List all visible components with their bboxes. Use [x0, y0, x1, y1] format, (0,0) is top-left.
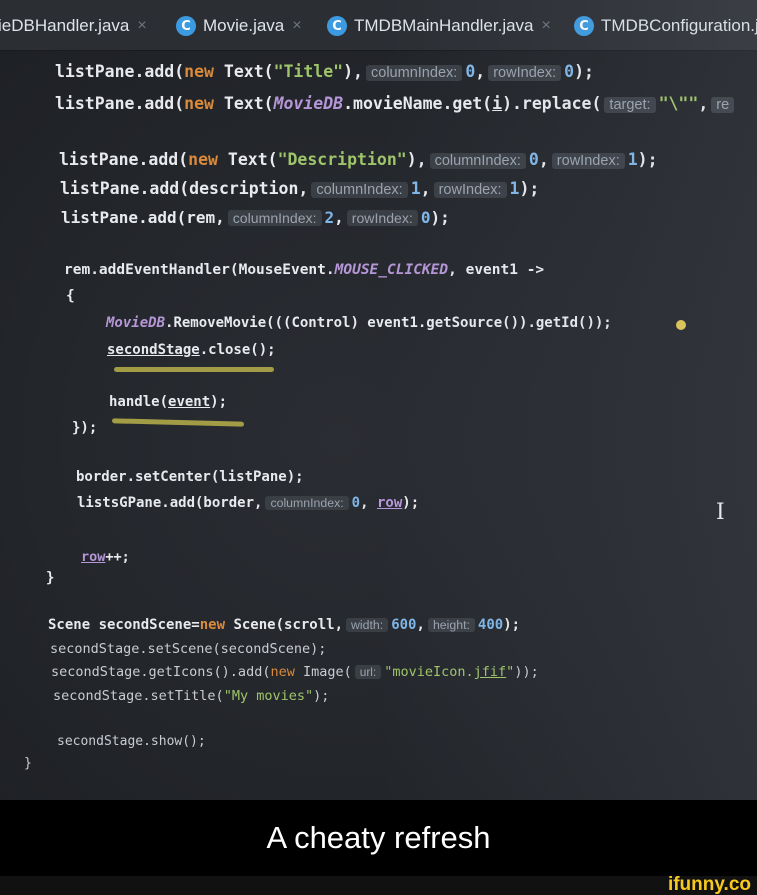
param-hint: width: — [346, 618, 389, 632]
param-hint: url: — [354, 665, 382, 679]
param-hint: rowIndex: — [551, 153, 625, 169]
tab-label: ieDBHandler.java — [0, 16, 130, 35]
tab-movie[interactable]: C Movie.java × — [176, 12, 302, 40]
code-line: } — [46, 570, 55, 586]
java-class-icon: C — [176, 16, 196, 36]
lightbulb-icon[interactable] — [676, 320, 686, 330]
close-icon[interactable]: × — [292, 17, 301, 35]
close-icon[interactable]: × — [542, 17, 551, 35]
param-hint: rowIndex: — [488, 65, 562, 81]
tab-label: Movie.java — [203, 16, 285, 35]
code-line: secondStage.setScene(secondScene); — [50, 641, 327, 657]
caption-bar: A cheaty refresh — [0, 800, 757, 876]
tab-label: TMDBMainHandler.java — [354, 16, 534, 35]
code-line: secondStage.close(); — [107, 342, 276, 358]
code-line: listPane.add(new Text("Description"), col… — [59, 150, 658, 169]
editor-tab-bar: ieDBHandler.java × C Movie.java × C TMDB… — [0, 0, 757, 51]
tab-tmdbmainhandler[interactable]: C TMDBMainHandler.java × — [327, 12, 551, 40]
code-line: }); — [72, 420, 98, 436]
code-line: listPane.add(rem, columnIndex: 2, rowIndex:… — [61, 208, 450, 227]
code-line: secondStage.show(); — [57, 734, 206, 749]
java-class-icon: C — [327, 16, 347, 36]
param-hint: rowIndex: — [346, 210, 418, 226]
tab-label: TMDBConfiguration.j — [601, 16, 757, 35]
highlighter-mark — [111, 418, 245, 427]
watermark-logo: ifunny.co — [667, 874, 751, 895]
param-hint: columnIndex: — [365, 65, 463, 81]
param-hint: target: — [604, 97, 656, 113]
code-line: secondStage.setTitle("My movies"); — [53, 688, 330, 704]
code-editor-screen: ieDBHandler.java × C Movie.java × C TMDB… — [0, 0, 757, 800]
highlighter-mark — [114, 367, 274, 372]
param-hint: rowIndex: — [433, 182, 507, 198]
code-line: handle(event); — [109, 394, 228, 410]
tab-moviedbhandler[interactable]: ieDBHandler.java × — [0, 12, 147, 40]
text-cursor-icon: I — [716, 500, 725, 525]
code-line: } — [24, 756, 32, 771]
code-line: Scene secondScene=new Scene(scroll, width… — [48, 617, 521, 633]
code-line: row++; — [81, 549, 130, 565]
java-class-icon: C — [574, 16, 594, 36]
param-hint: height: — [427, 618, 475, 632]
code-line: { — [66, 288, 75, 304]
code-line: border.setCenter(listPane); — [76, 469, 304, 485]
code-line: listPane.add(description, columnIndex: 1, r… — [60, 179, 540, 198]
footer-bar: ifunny.co — [0, 874, 757, 895]
code-line: MovieDB.RemoveMovie(((Control) event1.ge… — [106, 315, 612, 331]
code-line: secondStage.getIcons().add(new Image(url… — [51, 664, 539, 680]
param-hint: columnIndex: — [227, 210, 322, 226]
code-line: listPane.add(new Text("Title"), columnInd… — [55, 62, 594, 81]
code-line: listPane.add(new Text(MovieDB.movieName.… — [55, 94, 737, 113]
param-hint: columnIndex: — [311, 182, 408, 198]
param-hint: columnIndex: — [429, 153, 526, 169]
code-line: listsGPane.add(border, columnIndex: 0, row… — [77, 495, 420, 511]
close-icon[interactable]: × — [137, 17, 146, 35]
screen-glare — [380, 0, 757, 800]
param-hint: re — [711, 97, 735, 113]
caption-text: A cheaty refresh — [266, 820, 491, 855]
param-hint: columnIndex: — [265, 496, 349, 510]
tab-tmdbconfiguration[interactable]: C TMDBConfiguration.j — [574, 12, 757, 40]
code-line: rem.addEventHandler(MouseEvent.MOUSE_CLI… — [64, 262, 545, 278]
